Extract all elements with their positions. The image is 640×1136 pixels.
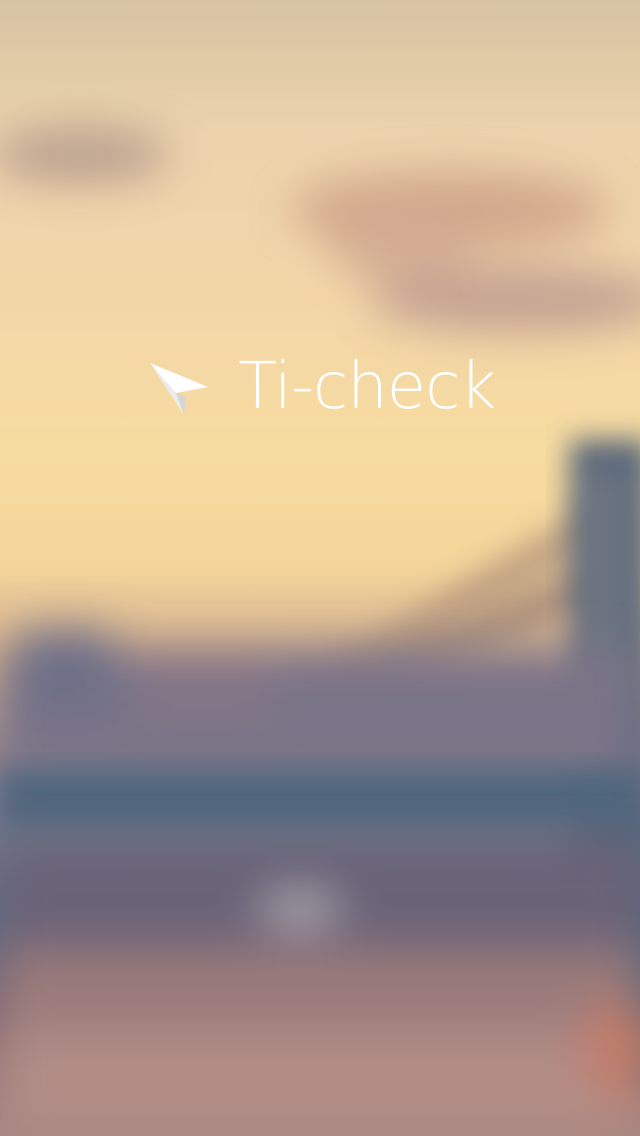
paper-plane-icon xyxy=(150,363,208,415)
splash-screen: Ti-check xyxy=(0,0,640,1136)
brand-lockup: Ti-check xyxy=(148,350,496,424)
blurred-bridge-background xyxy=(0,127,640,1136)
app-title: Ti-check xyxy=(238,350,496,424)
